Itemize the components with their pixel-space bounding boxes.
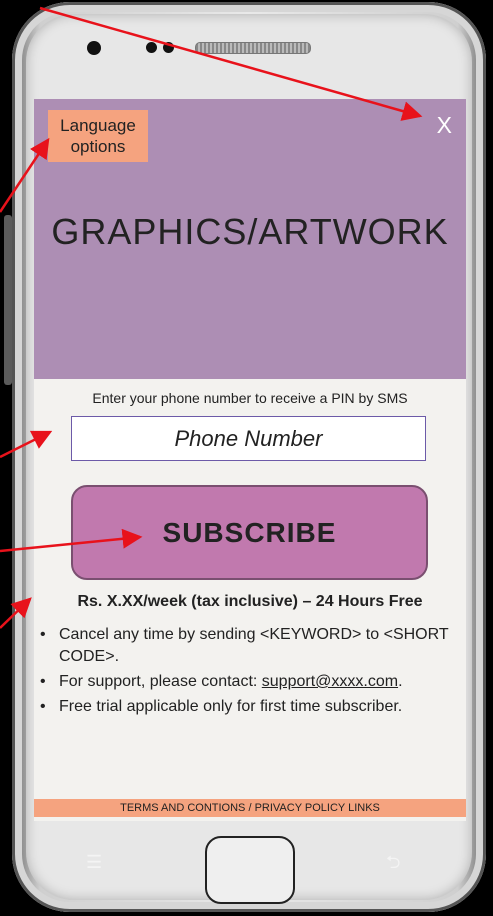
price-text: Rs. X.XX/week (tax inclusive) – 24 Hours… bbox=[77, 593, 423, 610]
subscription-screen: Language options X GRAPHICS/ARTWORK Ente… bbox=[34, 99, 466, 821]
home-button bbox=[205, 836, 295, 904]
phone-instruction-text: Enter your phone number to receive a PIN… bbox=[92, 390, 408, 406]
close-button[interactable]: X bbox=[437, 111, 452, 139]
hero-banner: Language options X GRAPHICS/ARTWORK bbox=[34, 99, 466, 379]
terms-link[interactable]: TERMS AND CONTIONS bbox=[120, 802, 245, 814]
footer-links-bar: TERMS AND CONTIONS / PRIVACY POLICY LINK… bbox=[34, 799, 466, 817]
volume-button bbox=[4, 215, 12, 385]
support-suffix-text: . bbox=[398, 673, 403, 690]
bullet-icon: • bbox=[40, 626, 46, 643]
speaker-grille bbox=[195, 42, 311, 54]
list-item: • For support, please contact: support@x… bbox=[38, 671, 458, 693]
language-options-label: Language options bbox=[60, 116, 136, 156]
sensor-icon bbox=[163, 42, 174, 53]
list-item: • Free trial applicable only for first t… bbox=[38, 696, 458, 718]
cancel-info-text: Cancel any time by sending <KEYWORD> to … bbox=[59, 626, 449, 665]
sensor-icon bbox=[146, 42, 157, 53]
support-info-text: For support, please contact: bbox=[59, 673, 262, 690]
front-camera-icon bbox=[87, 41, 101, 55]
language-options-button[interactable]: Language options bbox=[48, 110, 148, 162]
subscribe-button[interactable]: SUBSCRIBE bbox=[71, 485, 428, 580]
bullet-icon: • bbox=[40, 698, 46, 715]
phone-number-input[interactable] bbox=[71, 416, 426, 461]
footer-separator: / bbox=[245, 802, 255, 814]
support-email-link[interactable]: support@xxxx.com bbox=[262, 673, 398, 690]
free-trial-text: Free trial applicable only for first tim… bbox=[59, 698, 403, 715]
privacy-policy-link[interactable]: PRIVACY POLICY LINKS bbox=[255, 802, 380, 814]
bullet-icon: • bbox=[40, 673, 46, 690]
back-icon: ⮌ bbox=[386, 852, 401, 872]
list-item: • Cancel any time by sending <KEYWORD> t… bbox=[38, 624, 458, 668]
graphics-artwork-title: GRAPHICS/ARTWORK bbox=[51, 211, 449, 252]
terms-list: • Cancel any time by sending <KEYWORD> t… bbox=[38, 624, 458, 721]
menu-icon: ☰ bbox=[86, 852, 103, 872]
